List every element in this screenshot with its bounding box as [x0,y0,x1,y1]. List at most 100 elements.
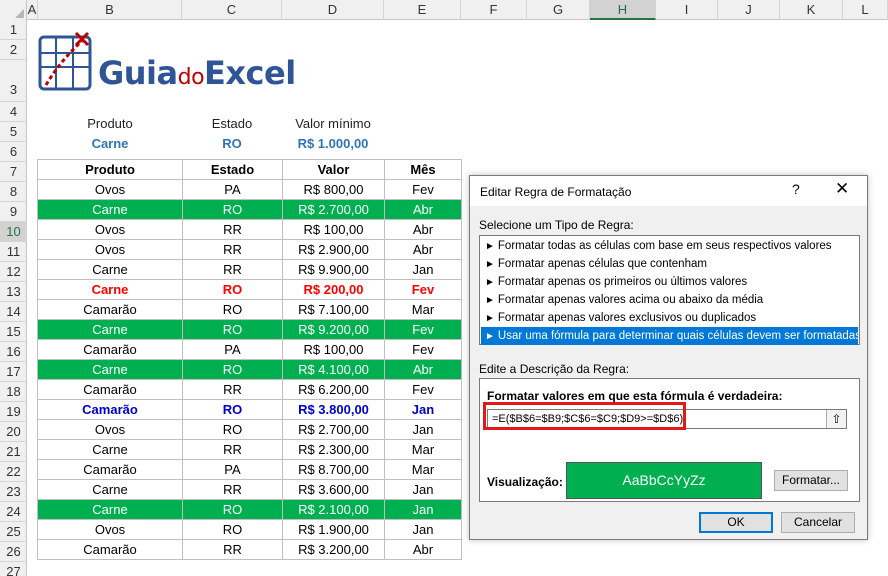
table-cell[interactable]: RO [182,419,283,440]
table-cell[interactable]: R$ 3.200,00 [282,539,385,560]
table-cell[interactable]: R$ 1.900,00 [282,519,385,540]
table-cell[interactable]: Camarão [37,539,183,560]
table-cell[interactable]: RR [182,479,283,500]
table-cell[interactable]: RR [182,239,283,260]
table-header-cell[interactable]: Valor [282,159,385,180]
table-cell[interactable]: Ovos [37,419,183,440]
row-header-18[interactable]: 18 [0,382,27,402]
table-cell[interactable]: Fev [384,339,462,360]
table-cell[interactable]: RR [182,259,283,280]
table-cell[interactable]: RO [182,199,283,220]
column-header-j[interactable]: J [718,0,780,20]
table-header-cell[interactable]: Mês [384,159,462,180]
table-cell[interactable]: Camarão [37,459,183,480]
table-cell[interactable]: RO [182,279,283,300]
ok-button[interactable]: OK [699,512,773,533]
table-cell[interactable]: R$ 100,00 [282,339,385,360]
table-cell[interactable]: Carne [37,199,183,220]
table-cell[interactable]: Carne [37,499,183,520]
row-header-23[interactable]: 23 [0,482,27,502]
row-header-10[interactable]: 10 [0,222,27,242]
table-cell[interactable]: Jan [384,479,462,500]
column-header-a[interactable]: A [27,0,38,20]
criteria-value-estado[interactable]: RO [182,134,282,154]
table-cell[interactable]: RO [182,499,283,520]
table-cell[interactable]: R$ 800,00 [282,179,385,200]
table-cell[interactable]: R$ 100,00 [282,219,385,240]
row-header-4[interactable]: 4 [0,102,27,122]
table-cell[interactable]: R$ 4.100,00 [282,359,385,380]
table-cell[interactable]: RO [182,359,283,380]
row-header-22[interactable]: 22 [0,462,27,482]
table-cell[interactable]: RO [182,399,283,420]
table-cell[interactable]: R$ 2.900,00 [282,239,385,260]
table-cell[interactable]: Carne [37,479,183,500]
criteria-value-valor-minimo[interactable]: R$ 1.000,00 [282,134,384,154]
column-header-e[interactable]: E [384,0,461,20]
table-cell[interactable]: R$ 200,00 [282,279,385,300]
table-cell[interactable]: Jan [384,399,462,420]
row-header-5[interactable]: 5 [0,122,27,142]
table-cell[interactable]: PA [182,339,283,360]
table-cell[interactable]: Fev [384,279,462,300]
row-header-11[interactable]: 11 [0,242,27,262]
table-cell[interactable]: R$ 3.800,00 [282,399,385,420]
row-header-17[interactable]: 17 [0,362,27,382]
table-cell[interactable]: PA [182,179,283,200]
row-header-14[interactable]: 14 [0,302,27,322]
table-cell[interactable]: Jan [384,419,462,440]
table-cell[interactable]: Ovos [37,219,183,240]
rule-type-item[interactable]: ► Formatar apenas valores acima ou abaixo… [481,291,858,309]
column-header-k[interactable]: K [780,0,843,20]
row-header-21[interactable]: 21 [0,442,27,462]
table-cell[interactable]: Mar [384,439,462,460]
table-header-cell[interactable]: Estado [182,159,283,180]
table-cell[interactable]: Abr [384,539,462,560]
table-cell[interactable]: Carne [37,279,183,300]
table-cell[interactable]: RR [182,439,283,460]
row-header-3[interactable]: 3 [0,60,27,102]
select-all-corner[interactable] [0,0,27,20]
table-cell[interactable]: Fev [384,379,462,400]
column-header-i[interactable]: I [656,0,718,20]
row-header-19[interactable]: 19 [0,402,27,422]
column-header-d[interactable]: D [282,0,384,20]
table-cell[interactable]: R$ 2.100,00 [282,499,385,520]
criteria-value-produto[interactable]: Carne [38,134,182,154]
rule-type-list[interactable]: ► Formatar todas as células com base em s… [479,235,860,345]
table-cell[interactable]: Abr [384,239,462,260]
table-cell[interactable]: RO [182,519,283,540]
table-cell[interactable]: Carne [37,359,183,380]
table-cell[interactable]: R$ 2.700,00 [282,199,385,220]
collapse-dialog-icon[interactable]: ⇧ [826,410,846,428]
row-header-2[interactable]: 2 [0,40,27,60]
table-cell[interactable]: Abr [384,359,462,380]
column-header-g[interactable]: G [527,0,590,20]
row-header-9[interactable]: 9 [0,202,27,222]
row-header-12[interactable]: 12 [0,262,27,282]
row-header-25[interactable]: 25 [0,522,27,542]
table-cell[interactable]: Jan [384,499,462,520]
table-cell[interactable]: Abr [384,219,462,240]
row-header-24[interactable]: 24 [0,502,27,522]
table-cell[interactable]: R$ 6.200,00 [282,379,385,400]
table-cell[interactable]: Carne [37,319,183,340]
table-cell[interactable]: RR [182,379,283,400]
column-header-c[interactable]: C [182,0,282,20]
help-icon[interactable]: ? [792,181,800,197]
row-header-13[interactable]: 13 [0,282,27,302]
table-cell[interactable]: R$ 7.100,00 [282,299,385,320]
table-header-cell[interactable]: Produto [37,159,183,180]
table-cell[interactable]: Abr [384,199,462,220]
table-cell[interactable]: Carne [37,439,183,460]
table-cell[interactable]: R$ 2.700,00 [282,419,385,440]
row-header-16[interactable]: 16 [0,342,27,362]
table-cell[interactable]: Ovos [37,239,183,260]
table-cell[interactable]: R$ 3.600,00 [282,479,385,500]
table-cell[interactable]: Jan [384,259,462,280]
table-cell[interactable]: Carne [37,259,183,280]
table-cell[interactable]: Ovos [37,519,183,540]
row-header-20[interactable]: 20 [0,422,27,442]
table-cell[interactable]: R$ 8.700,00 [282,459,385,480]
row-header-8[interactable]: 8 [0,182,27,202]
